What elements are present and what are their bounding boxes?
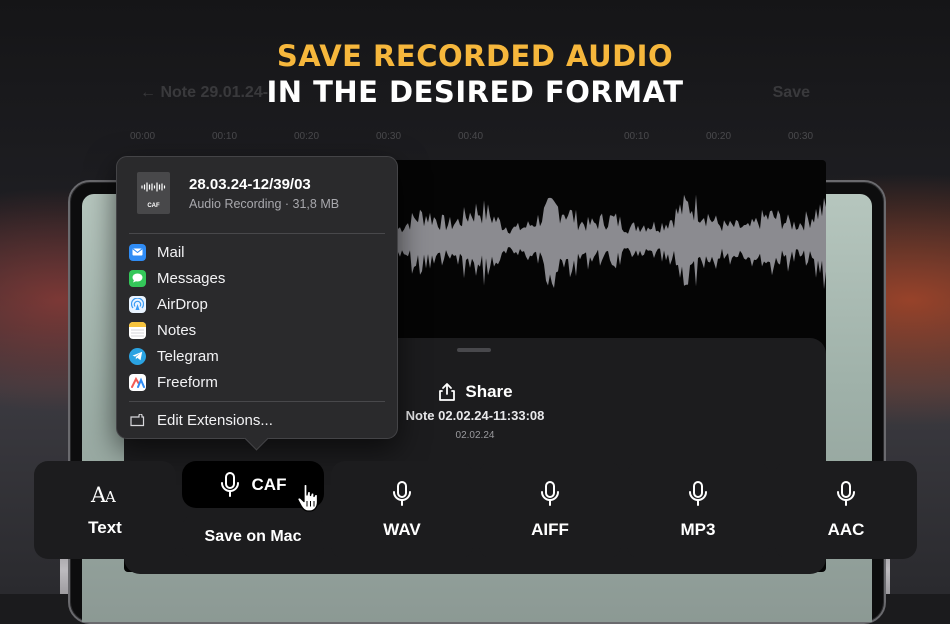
share-item-mail[interactable]: Mail xyxy=(129,241,385,263)
format-aac-button[interactable]: AAC xyxy=(775,461,917,559)
timeline-tick: 00:40 xyxy=(458,131,484,142)
telegram-icon xyxy=(129,347,146,365)
edit-extensions-label: Edit Extensions... xyxy=(157,411,273,429)
save-button[interactable]: Save xyxy=(773,84,810,102)
format-label: MP3 xyxy=(680,519,716,539)
freeform-icon xyxy=(129,373,146,391)
back-button[interactable]: ← Note 29.01.24- xyxy=(140,84,268,102)
timeline-tick: 00:20 xyxy=(294,131,320,142)
save-on-mac-label: Save on Mac xyxy=(204,527,302,545)
mail-icon xyxy=(129,243,146,261)
share-item-label: Notes xyxy=(157,321,197,339)
divider xyxy=(129,233,385,234)
timeline-tick: 00:30 xyxy=(376,131,402,142)
share-label: Share xyxy=(465,382,513,401)
share-item-label: AirDrop xyxy=(157,295,208,313)
share-item-freeform[interactable]: Freeform xyxy=(129,371,385,393)
share-item-label: Messages xyxy=(157,269,226,287)
share-item-label: Mail xyxy=(157,243,185,261)
text-format-icon: A A xyxy=(90,483,116,505)
audio-waveform[interactable] xyxy=(398,186,826,296)
timeline-ruler: 00:00 00:10 00:20 00:30 00:40 00:10 00:2… xyxy=(130,131,820,145)
share-icon xyxy=(439,383,456,401)
microphone-icon xyxy=(393,480,411,506)
share-item-label: Telegram xyxy=(157,347,219,365)
microphone-icon xyxy=(689,480,707,506)
headline-line-1: SAVE RECORDED AUDIO xyxy=(276,39,674,73)
file-meta: Audio Recording · 31,8 MB xyxy=(189,197,340,211)
microphone-icon xyxy=(220,471,239,497)
messages-icon xyxy=(129,269,146,287)
share-item-messages[interactable]: Messages xyxy=(129,267,385,289)
save-on-mac-button[interactable]: Save on Mac xyxy=(182,514,324,559)
format-label: CAF xyxy=(251,474,287,494)
timeline-tick: 00:10 xyxy=(212,131,238,142)
sheet-grabber[interactable] xyxy=(457,348,491,352)
share-item-label: Freeform xyxy=(157,373,218,391)
waveform-icon xyxy=(141,182,166,192)
edit-extensions-item[interactable]: Edit Extensions... xyxy=(129,409,385,431)
timeline-tick: 00:10 xyxy=(624,131,650,142)
format-aiff-button[interactable]: AIFF xyxy=(479,461,621,559)
notes-icon xyxy=(129,321,146,339)
timeline-tick: 00:00 xyxy=(130,131,156,142)
format-wav-button[interactable]: WAV xyxy=(331,461,473,559)
format-mp3-button[interactable]: MP3 xyxy=(627,461,769,559)
format-label: AAC xyxy=(827,519,865,539)
file-thumbnail: CAF xyxy=(137,172,170,214)
divider xyxy=(129,401,385,402)
share-item-airdrop[interactable]: AirDrop xyxy=(129,293,385,315)
share-popover: CAF 28.03.24-12/39/03 Audio Recording · … xyxy=(116,156,398,439)
extensions-icon xyxy=(129,412,146,429)
hand-cursor-icon xyxy=(297,483,319,512)
svg-text:A: A xyxy=(104,488,116,505)
faded-top-bar: ← Note 29.01.24- Save xyxy=(140,84,810,104)
microphone-icon xyxy=(541,480,559,506)
share-item-telegram[interactable]: Telegram xyxy=(129,345,385,367)
timeline-tick: 00:30 xyxy=(788,131,814,142)
format-label: Text xyxy=(88,517,122,537)
timeline-tick: 00:20 xyxy=(706,131,732,142)
file-extension: CAF xyxy=(147,203,160,209)
airdrop-icon xyxy=(129,295,146,313)
share-item-notes[interactable]: Notes xyxy=(129,319,385,341)
microphone-icon xyxy=(837,480,855,506)
waveform-shape xyxy=(398,194,826,290)
format-label: WAV xyxy=(383,519,421,539)
format-label: AIFF xyxy=(531,519,569,539)
format-text-button[interactable]: A A Text xyxy=(34,461,176,559)
file-name: 28.03.24-12/39/03 xyxy=(189,176,311,193)
